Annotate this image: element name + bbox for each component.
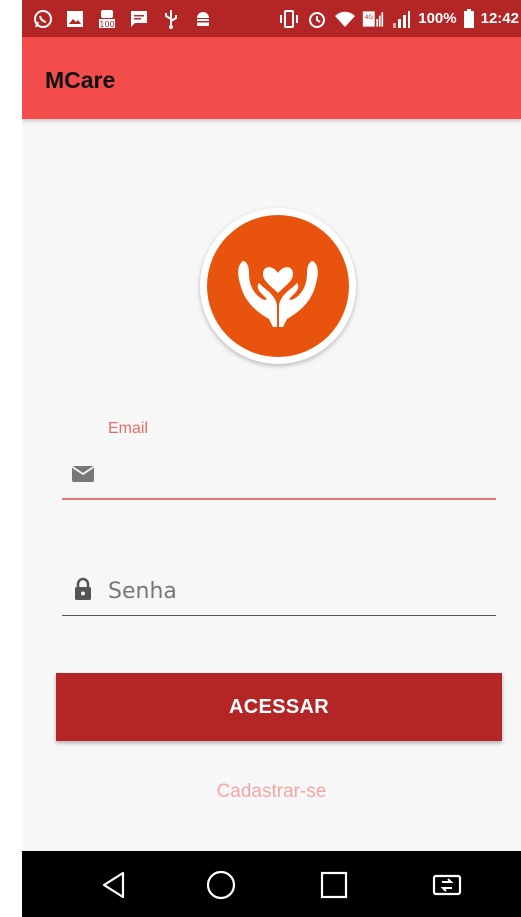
- whatsapp-icon: [32, 8, 54, 30]
- signal-icon: [390, 8, 412, 30]
- gallery-icon: [64, 8, 86, 30]
- register-link[interactable]: Cadastrar-se: [22, 781, 521, 803]
- lock-icon: [70, 576, 96, 602]
- android-icon: [192, 8, 214, 30]
- vibrate-icon: [278, 8, 300, 30]
- svg-text:100: 100: [99, 20, 114, 29]
- battery-icon: [463, 8, 475, 30]
- clock: 12:42: [480, 10, 519, 27]
- svg-text:4G: 4G: [365, 15, 374, 21]
- back-icon[interactable]: [94, 865, 134, 905]
- alarm-icon: [306, 8, 328, 30]
- password-underline: [62, 615, 496, 616]
- screen-rotate-icon[interactable]: [427, 865, 467, 905]
- app-logo: [200, 208, 356, 364]
- notification-100-icon: 100: [96, 8, 118, 30]
- email-label: Email: [108, 420, 149, 437]
- app-bar: MCare: [22, 37, 521, 119]
- usb-icon: [160, 8, 182, 30]
- email-input[interactable]: [108, 456, 488, 490]
- status-bar: 100 4G 100% 12:42: [22, 0, 521, 37]
- message-icon: [128, 8, 150, 30]
- email-underline: [62, 498, 496, 500]
- app-title: MCare: [45, 67, 116, 93]
- login-button[interactable]: ACESSAR: [56, 673, 502, 741]
- logo-circle: [207, 215, 349, 357]
- email-field[interactable]: [62, 452, 496, 500]
- navigation-bar: [22, 851, 521, 917]
- login-screen: 100 4G 100% 12:42 MCare Email ACESSAR Ca…: [22, 0, 521, 917]
- wifi-icon: [334, 8, 356, 30]
- recents-icon[interactable]: [314, 865, 354, 905]
- battery-percentage: 100%: [418, 10, 457, 27]
- signal-4g-icon: 4G: [362, 8, 384, 30]
- mail-icon: [70, 461, 96, 487]
- password-field[interactable]: [62, 566, 496, 616]
- password-input[interactable]: [108, 574, 488, 608]
- hands-heart-icon: [238, 261, 318, 327]
- home-icon[interactable]: [201, 865, 241, 905]
